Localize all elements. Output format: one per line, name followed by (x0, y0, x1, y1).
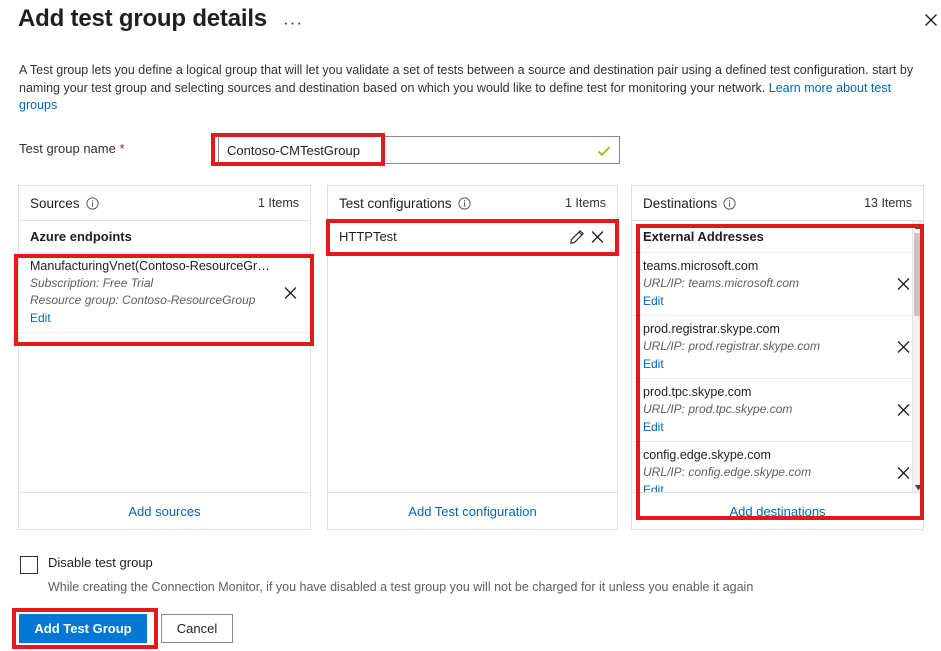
cancel-button[interactable]: Cancel (161, 614, 233, 643)
destination-list-item[interactable]: prod.registrar.skype.com URL/IP: prod.re… (632, 316, 923, 379)
destination-item-url: URL/IP: prod.registrar.skype.com (643, 339, 820, 353)
scrollbar-thumb[interactable] (914, 233, 923, 316)
scroll-up-arrow-icon[interactable] (914, 221, 923, 232)
sources-group-header: Azure endpoints (19, 221, 310, 253)
blade-description: A Test group lets you define a logical g… (19, 62, 924, 115)
destinations-panel-header: Destinations 13 Items (632, 186, 923, 221)
add-sources-button[interactable]: Add sources (19, 492, 310, 529)
remove-destination-icon[interactable] (895, 276, 912, 293)
page-title: Add test group details (18, 5, 267, 32)
remove-destination-icon[interactable] (895, 339, 912, 356)
remove-destination-icon[interactable] (895, 402, 912, 419)
destination-item-name: config.edge.skype.com (643, 448, 771, 462)
source-item-edit-link[interactable]: Edit (30, 310, 51, 327)
name-label-text: Test group name (19, 141, 120, 156)
add-test-configuration-button[interactable]: Add Test configuration (328, 492, 617, 529)
remove-source-icon[interactable] (282, 284, 299, 301)
source-item-subscription: Subscription: Free Trial (30, 276, 154, 290)
more-options-button[interactable]: ··· (279, 12, 307, 34)
destination-item-edit-link[interactable]: Edit (643, 419, 664, 436)
info-icon[interactable] (457, 196, 471, 210)
disable-test-group-help-text: While creating the Connection Monitor, i… (48, 580, 754, 594)
test-configurations-panel: Test configurations 1 Items HTTPTest Add… (327, 185, 618, 530)
source-list-item[interactable]: ManufacturingVnet(Contoso-ResourceGr… Su… (19, 253, 310, 333)
test-configurations-panel-body: HTTPTest (328, 221, 617, 493)
close-icon[interactable] (920, 9, 941, 31)
destination-item-name: prod.registrar.skype.com (643, 322, 780, 336)
add-test-group-button[interactable]: Add Test Group (19, 614, 147, 643)
sources-panel: Sources 1 Items Azure endpoints Manufact… (18, 185, 311, 530)
destination-item-url: URL/IP: config.edge.skype.com (643, 465, 812, 479)
edit-pencil-icon[interactable] (569, 229, 585, 245)
sources-count: 1 Items (258, 196, 299, 210)
remove-destination-icon[interactable] (895, 465, 912, 482)
destinations-panel-body: External Addresses teams.microsoft.com U… (632, 221, 923, 493)
test-group-name-field[interactable] (218, 136, 620, 164)
destination-list-item[interactable]: prod.tpc.skype.com URL/IP: prod.tpc.skyp… (632, 379, 923, 442)
source-item-resource-group: Resource group: Contoso-ResourceGroup (30, 293, 256, 307)
test-configuration-list-item[interactable]: HTTPTest (328, 221, 617, 253)
destination-item-url: URL/IP: teams.microsoft.com (643, 276, 800, 290)
disable-test-group-checkbox[interactable] (20, 556, 38, 574)
destination-item-name: prod.tpc.skype.com (643, 385, 752, 399)
test-group-name-label: Test group name * (19, 141, 125, 156)
disable-test-group-label: Disable test group (48, 555, 153, 570)
info-icon[interactable] (723, 196, 736, 210)
test-group-name-input[interactable] (219, 137, 619, 163)
destination-item-url: URL/IP: prod.tpc.skype.com (643, 402, 793, 416)
destinations-group-header: External Addresses (632, 221, 923, 253)
test-configurations-panel-header: Test configurations 1 Items (328, 186, 617, 221)
destinations-panel: Destinations 13 Items External Addresses… (631, 185, 924, 530)
add-test-group-blade: Add test group details ··· A Test group … (0, 0, 941, 651)
sources-panel-body: Azure endpoints ManufacturingVnet(Contos… (19, 221, 310, 493)
required-marker: * (119, 141, 125, 156)
add-destinations-button[interactable]: Add destinations (632, 492, 923, 529)
test-configuration-name: HTTPTest (339, 229, 397, 244)
source-item-name: ManufacturingVnet(Contoso-ResourceGr… (30, 259, 270, 273)
destinations-title: Destinations (643, 195, 718, 211)
test-configurations-title: Test configurations (339, 195, 452, 211)
destination-item-edit-link[interactable]: Edit (643, 293, 664, 310)
sources-title: Sources (30, 195, 80, 211)
destination-item-edit-link[interactable]: Edit (643, 356, 664, 373)
remove-test-configuration-icon[interactable] (589, 228, 606, 245)
sources-panel-header: Sources 1 Items (19, 186, 310, 221)
info-icon[interactable] (85, 196, 99, 210)
destinations-scrollbar[interactable] (912, 221, 923, 493)
test-configurations-count: 1 Items (565, 196, 606, 210)
destination-list-item[interactable]: config.edge.skype.com URL/IP: config.edg… (632, 442, 923, 493)
destination-list-item[interactable]: teams.microsoft.com URL/IP: teams.micros… (632, 253, 923, 316)
destinations-count: 13 Items (864, 196, 912, 210)
destination-item-name: teams.microsoft.com (643, 259, 759, 273)
